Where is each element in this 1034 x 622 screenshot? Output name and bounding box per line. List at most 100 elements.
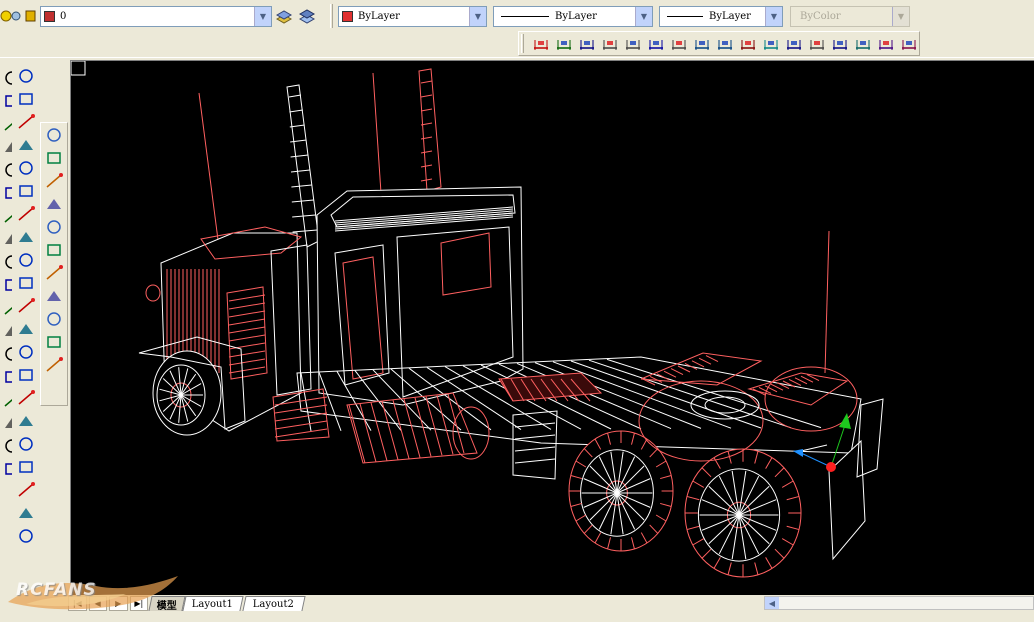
tool-icon-15[interactable] [5, 418, 12, 428]
diameter-dimension-icon[interactable] [621, 34, 644, 54]
tool-icon-14[interactable] [4, 392, 12, 407]
tool-icon-7[interactable] [19, 232, 33, 242]
step-line [274, 404, 328, 414]
canvas-viewport[interactable] [70, 60, 1034, 595]
angular-dimension-icon[interactable] [644, 34, 667, 54]
dimension-update-icon[interactable] [851, 34, 874, 54]
tool-icon-4[interactable] [5, 163, 12, 177]
tool-icon-1[interactable] [19, 93, 33, 105]
scroll-left-icon[interactable]: ◀ [765, 597, 779, 609]
tool-icon-5[interactable] [19, 185, 33, 197]
tool-icon-9[interactable] [47, 336, 61, 348]
tool-icon-14[interactable] [18, 390, 35, 405]
linetype-control-dropdown[interactable]: ByLayer ▼ [493, 6, 653, 27]
tolerance-icon[interactable] [759, 34, 782, 54]
continue-dimension-icon[interactable] [713, 34, 736, 54]
tool-icon-7[interactable] [5, 234, 12, 244]
baseline-dimension-icon[interactable] [690, 34, 713, 54]
drawing-canvas[interactable] [68, 58, 1034, 595]
tool-icon-0[interactable] [5, 71, 12, 85]
tool-icon-6[interactable] [46, 265, 63, 280]
tab-layout1-label: Layout1 [192, 598, 234, 610]
tool-icon-5[interactable] [47, 244, 61, 256]
fender-top-2 [747, 372, 849, 406]
tool-icon-6[interactable] [18, 206, 35, 221]
center-mark-icon[interactable] [782, 34, 805, 54]
truck-wireframe-model[interactable] [71, 61, 1034, 595]
tool-icon-0[interactable] [47, 128, 61, 142]
lineweight-control-dropdown[interactable]: ByLayer ▼ [659, 6, 783, 27]
tool-icon-11[interactable] [19, 324, 33, 334]
quick-leader-icon[interactable] [736, 34, 759, 54]
quick-dimension-icon[interactable] [667, 34, 690, 54]
radius-dimension-icon[interactable] [598, 34, 621, 54]
modify-tools-strip[interactable] [14, 64, 38, 554]
draw-tools-strip[interactable] [0, 66, 12, 486]
aligned-dimension-icon[interactable] [552, 34, 575, 54]
tool-icon-3[interactable] [5, 142, 12, 152]
dimension-style-icon[interactable] [874, 34, 897, 54]
tool-icon-16[interactable] [19, 437, 33, 451]
tool-icon-15[interactable] [19, 416, 33, 426]
tool-icon-9[interactable] [19, 277, 33, 289]
rcfans-watermark: RCFANS [6, 572, 182, 616]
layer-dropdown[interactable]: 0 ▼ [40, 6, 272, 27]
tool-icon-18[interactable] [18, 482, 35, 497]
tool-icon-10[interactable] [4, 300, 12, 315]
tool-icon-7[interactable] [47, 291, 61, 301]
tab-layout1[interactable]: Layout1 [182, 596, 244, 611]
tool-icon-9[interactable] [5, 279, 12, 291]
tool-icon-10[interactable] [18, 298, 35, 313]
dimension-text-edit-icon[interactable] [828, 34, 851, 54]
linetype-sample [501, 16, 549, 17]
tool-icon-13[interactable] [19, 369, 33, 381]
tool-icon-17[interactable] [5, 463, 12, 475]
tool-icon-20[interactable] [19, 529, 33, 543]
tab-layout2[interactable]: Layout2 [242, 596, 306, 611]
view-tools-strip[interactable] [42, 123, 66, 403]
antenna-rear [824, 230, 830, 374]
tool-icon-17[interactable] [19, 461, 33, 473]
linear-dimension-icon[interactable] [529, 34, 552, 54]
tool-icon-4[interactable] [47, 220, 61, 234]
left-toolbar-area [0, 58, 68, 598]
plotstyle-value: ByColor [800, 11, 841, 22]
stack-ring [420, 164, 433, 168]
tool-icon-10[interactable] [46, 357, 63, 372]
color-control-dropdown[interactable]: ByLayer ▼ [338, 6, 487, 27]
tool-icon-2[interactable] [4, 116, 12, 131]
tool-icon-0[interactable] [19, 69, 33, 83]
chevron-down-icon[interactable]: ▼ [765, 7, 782, 26]
chevron-down-icon[interactable]: ▼ [469, 7, 486, 26]
tool-icon-2[interactable] [18, 114, 35, 129]
tool-icon-19[interactable] [19, 508, 33, 518]
tool-icon-8[interactable] [19, 253, 33, 267]
tool-icon-3[interactable] [19, 140, 33, 150]
tool-icon-4[interactable] [19, 161, 33, 175]
layer-state-icons[interactable] [0, 6, 40, 26]
tool-icon-5[interactable] [5, 187, 12, 199]
dim-style-control-icon[interactable] [897, 34, 920, 54]
tool-icon-1[interactable] [47, 152, 61, 164]
make-object-layer-current-icon[interactable] [274, 6, 294, 26]
tool-icon-12[interactable] [19, 345, 33, 359]
toolbar-grip[interactable] [330, 4, 333, 28]
tool-icon-6[interactable] [4, 208, 12, 223]
toolbar-grip[interactable] [521, 34, 524, 53]
tool-icon-3[interactable] [47, 199, 61, 209]
ordinate-dimension-icon[interactable] [575, 34, 598, 54]
layer-previous-icon[interactable] [297, 6, 317, 26]
chevron-down-icon[interactable]: ▼ [635, 7, 652, 26]
tool-icon-11[interactable] [5, 326, 12, 336]
tool-icon-12[interactable] [5, 347, 12, 361]
tool-icon-8[interactable] [5, 255, 12, 269]
tool-icon-2[interactable] [46, 173, 63, 188]
tool-icon-8[interactable] [47, 312, 61, 326]
dimension-edit-icon[interactable] [805, 34, 828, 54]
tool-icon-1[interactable] [5, 95, 12, 107]
chevron-down-icon[interactable]: ▼ [254, 7, 271, 26]
horizontal-scrollbar[interactable]: ◀ [764, 596, 1034, 610]
tool-icon-16[interactable] [5, 439, 12, 453]
tool-icon-13[interactable] [5, 371, 12, 383]
stack-ring [290, 169, 311, 173]
